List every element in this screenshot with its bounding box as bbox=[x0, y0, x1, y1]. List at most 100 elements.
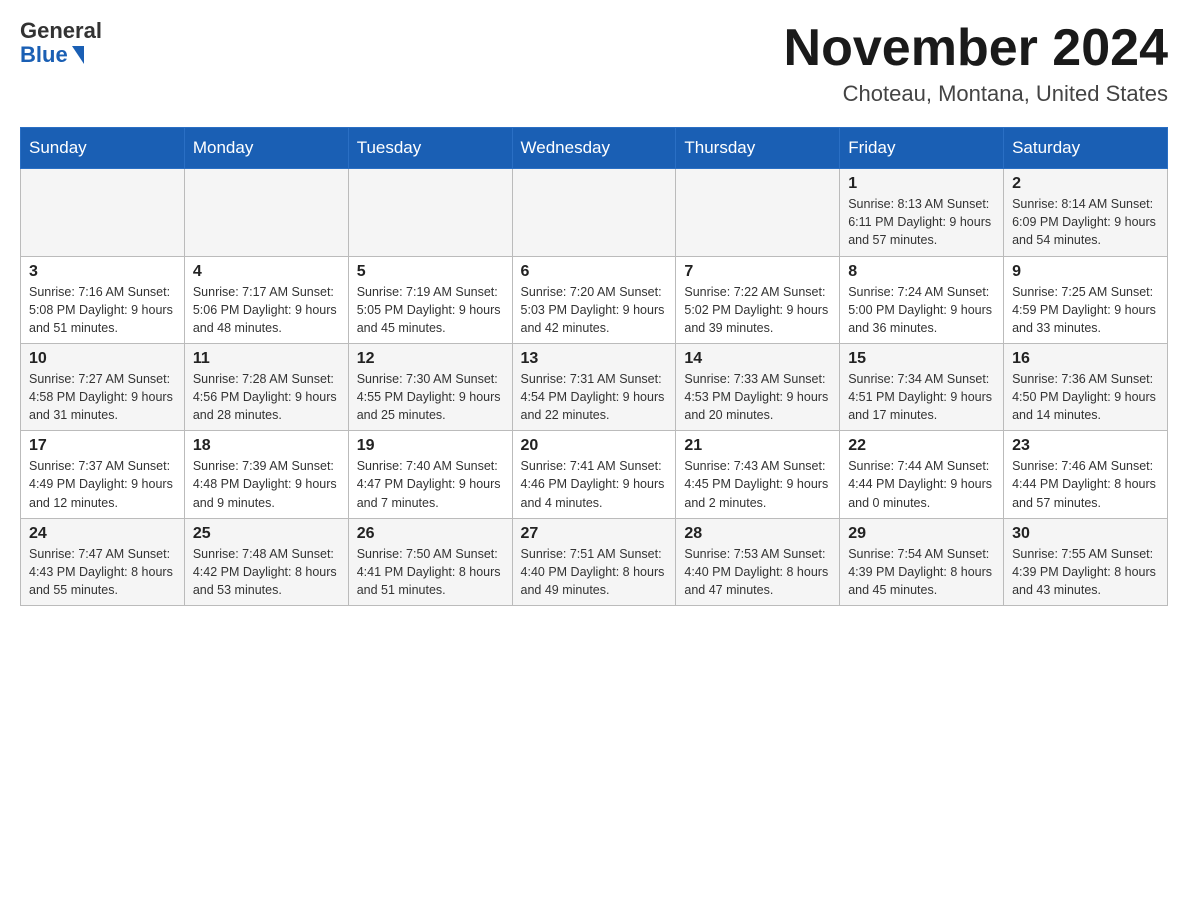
day-info: Sunrise: 7:51 AM Sunset: 4:40 PM Dayligh… bbox=[521, 545, 668, 599]
weekday-header-friday: Friday bbox=[840, 128, 1004, 169]
day-info: Sunrise: 7:50 AM Sunset: 4:41 PM Dayligh… bbox=[357, 545, 504, 599]
day-number: 10 bbox=[29, 350, 176, 368]
day-info: Sunrise: 7:41 AM Sunset: 4:46 PM Dayligh… bbox=[521, 457, 668, 511]
calendar-day-cell: 15 Sunrise: 7:34 AM Sunset: 4:51 PM Dayli… bbox=[840, 343, 1004, 430]
month-title: November 2024 bbox=[784, 20, 1168, 77]
day-info: Sunrise: 7:22 AM Sunset: 5:02 PM Dayligh… bbox=[684, 283, 831, 337]
day-info: Sunrise: 8:14 AM Sunset: 6:09 PM Dayligh… bbox=[1012, 195, 1159, 249]
day-number: 15 bbox=[848, 350, 995, 368]
logo: General Blue bbox=[20, 20, 102, 68]
day-info: Sunrise: 7:30 AM Sunset: 4:55 PM Dayligh… bbox=[357, 370, 504, 424]
day-info: Sunrise: 7:44 AM Sunset: 4:44 PM Dayligh… bbox=[848, 457, 995, 511]
day-info: Sunrise: 7:28 AM Sunset: 4:56 PM Dayligh… bbox=[193, 370, 340, 424]
calendar-day-cell: 2 Sunrise: 8:14 AM Sunset: 6:09 PM Daylig… bbox=[1004, 169, 1168, 256]
calendar-day-cell bbox=[21, 169, 185, 256]
day-number: 13 bbox=[521, 350, 668, 368]
day-number: 2 bbox=[1012, 175, 1159, 193]
calendar-day-cell: 3 Sunrise: 7:16 AM Sunset: 5:08 PM Daylig… bbox=[21, 256, 185, 343]
calendar-day-cell bbox=[184, 169, 348, 256]
day-info: Sunrise: 7:53 AM Sunset: 4:40 PM Dayligh… bbox=[684, 545, 831, 599]
day-number: 7 bbox=[684, 263, 831, 281]
calendar-day-cell: 6 Sunrise: 7:20 AM Sunset: 5:03 PM Daylig… bbox=[512, 256, 676, 343]
calendar-day-cell: 23Sunrise: 7:46 AM Sunset: 4:44 PM Dayli… bbox=[1004, 431, 1168, 518]
calendar-day-cell: 22 Sunrise: 7:44 AM Sunset: 4:44 PM Dayli… bbox=[840, 431, 1004, 518]
header: General Blue November 2024 Choteau, Mont… bbox=[20, 20, 1168, 107]
day-info: Sunrise: 7:34 AM Sunset: 4:51 PM Dayligh… bbox=[848, 370, 995, 424]
day-number: 18 bbox=[193, 437, 340, 455]
day-info: Sunrise: 7:31 AM Sunset: 4:54 PM Dayligh… bbox=[521, 370, 668, 424]
day-number: 14 bbox=[684, 350, 831, 368]
calendar-week-row: 24 Sunrise: 7:47 AM Sunset: 4:43 PM Dayli… bbox=[21, 518, 1168, 605]
calendar-day-cell bbox=[512, 169, 676, 256]
day-info: Sunrise: 7:25 AM Sunset: 4:59 PM Dayligh… bbox=[1012, 283, 1159, 337]
logo-triangle-icon bbox=[72, 46, 84, 64]
day-number: 12 bbox=[357, 350, 504, 368]
logo-general-text: General bbox=[20, 20, 102, 42]
day-number: 26 bbox=[357, 525, 504, 543]
weekday-header-sunday: Sunday bbox=[21, 128, 185, 169]
calendar-day-cell: 21Sunrise: 7:43 AM Sunset: 4:45 PM Dayli… bbox=[676, 431, 840, 518]
calendar-day-cell: 11Sunrise: 7:28 AM Sunset: 4:56 PM Dayli… bbox=[184, 343, 348, 430]
day-info: Sunrise: 7:47 AM Sunset: 4:43 PM Dayligh… bbox=[29, 545, 176, 599]
weekday-header-saturday: Saturday bbox=[1004, 128, 1168, 169]
day-number: 19 bbox=[357, 437, 504, 455]
weekday-header-wednesday: Wednesday bbox=[512, 128, 676, 169]
day-number: 20 bbox=[521, 437, 668, 455]
calendar-day-cell: 28 Sunrise: 7:53 AM Sunset: 4:40 PM Dayli… bbox=[676, 518, 840, 605]
day-number: 23 bbox=[1012, 437, 1159, 455]
calendar-day-cell: 19 Sunrise: 7:40 AM Sunset: 4:47 PM Dayli… bbox=[348, 431, 512, 518]
calendar-table: SundayMondayTuesdayWednesdayThursdayFrid… bbox=[20, 127, 1168, 606]
location-label: Choteau, Montana, United States bbox=[784, 81, 1168, 107]
calendar-day-cell: 10 Sunrise: 7:27 AM Sunset: 4:58 PM Dayli… bbox=[21, 343, 185, 430]
calendar-day-cell: 5 Sunrise: 7:19 AM Sunset: 5:05 PM Daylig… bbox=[348, 256, 512, 343]
day-info: Sunrise: 7:36 AM Sunset: 4:50 PM Dayligh… bbox=[1012, 370, 1159, 424]
day-number: 28 bbox=[684, 525, 831, 543]
day-number: 3 bbox=[29, 263, 176, 281]
day-number: 22 bbox=[848, 437, 995, 455]
day-info: Sunrise: 7:33 AM Sunset: 4:53 PM Dayligh… bbox=[684, 370, 831, 424]
calendar-day-cell: 1Sunrise: 8:13 AM Sunset: 6:11 PM Daylig… bbox=[840, 169, 1004, 256]
calendar-week-row: 3 Sunrise: 7:16 AM Sunset: 5:08 PM Daylig… bbox=[21, 256, 1168, 343]
day-info: Sunrise: 8:13 AM Sunset: 6:11 PM Dayligh… bbox=[848, 195, 995, 249]
title-area: November 2024 Choteau, Montana, United S… bbox=[784, 20, 1168, 107]
calendar-day-cell: 20 Sunrise: 7:41 AM Sunset: 4:46 PM Dayli… bbox=[512, 431, 676, 518]
day-number: 6 bbox=[521, 263, 668, 281]
day-info: Sunrise: 7:24 AM Sunset: 5:00 PM Dayligh… bbox=[848, 283, 995, 337]
day-info: Sunrise: 7:17 AM Sunset: 5:06 PM Dayligh… bbox=[193, 283, 340, 337]
day-number: 30 bbox=[1012, 525, 1159, 543]
day-info: Sunrise: 7:48 AM Sunset: 4:42 PM Dayligh… bbox=[193, 545, 340, 599]
calendar-day-cell bbox=[676, 169, 840, 256]
day-number: 8 bbox=[848, 263, 995, 281]
day-number: 24 bbox=[29, 525, 176, 543]
day-info: Sunrise: 7:19 AM Sunset: 5:05 PM Dayligh… bbox=[357, 283, 504, 337]
day-number: 16 bbox=[1012, 350, 1159, 368]
calendar-day-cell: 27 Sunrise: 7:51 AM Sunset: 4:40 PM Dayli… bbox=[512, 518, 676, 605]
calendar-day-cell: 12 Sunrise: 7:30 AM Sunset: 4:55 PM Dayli… bbox=[348, 343, 512, 430]
calendar-week-row: 17Sunrise: 7:37 AM Sunset: 4:49 PM Dayli… bbox=[21, 431, 1168, 518]
calendar-day-cell: 26 Sunrise: 7:50 AM Sunset: 4:41 PM Dayli… bbox=[348, 518, 512, 605]
logo-blue-text: Blue bbox=[20, 42, 84, 68]
weekday-header-row: SundayMondayTuesdayWednesdayThursdayFrid… bbox=[21, 128, 1168, 169]
day-number: 5 bbox=[357, 263, 504, 281]
day-number: 21 bbox=[684, 437, 831, 455]
day-info: Sunrise: 7:20 AM Sunset: 5:03 PM Dayligh… bbox=[521, 283, 668, 337]
day-number: 29 bbox=[848, 525, 995, 543]
calendar-day-cell: 30 Sunrise: 7:55 AM Sunset: 4:39 PM Dayli… bbox=[1004, 518, 1168, 605]
day-info: Sunrise: 7:55 AM Sunset: 4:39 PM Dayligh… bbox=[1012, 545, 1159, 599]
day-number: 4 bbox=[193, 263, 340, 281]
day-info: Sunrise: 7:40 AM Sunset: 4:47 PM Dayligh… bbox=[357, 457, 504, 511]
day-number: 25 bbox=[193, 525, 340, 543]
calendar-day-cell: 7 Sunrise: 7:22 AM Sunset: 5:02 PM Daylig… bbox=[676, 256, 840, 343]
calendar-week-row: 1Sunrise: 8:13 AM Sunset: 6:11 PM Daylig… bbox=[21, 169, 1168, 256]
weekday-header-thursday: Thursday bbox=[676, 128, 840, 169]
calendar-week-row: 10 Sunrise: 7:27 AM Sunset: 4:58 PM Dayli… bbox=[21, 343, 1168, 430]
day-info: Sunrise: 7:54 AM Sunset: 4:39 PM Dayligh… bbox=[848, 545, 995, 599]
calendar-day-cell: 29 Sunrise: 7:54 AM Sunset: 4:39 PM Dayli… bbox=[840, 518, 1004, 605]
day-number: 27 bbox=[521, 525, 668, 543]
day-info: Sunrise: 7:27 AM Sunset: 4:58 PM Dayligh… bbox=[29, 370, 176, 424]
calendar-day-cell: 25 Sunrise: 7:48 AM Sunset: 4:42 PM Dayli… bbox=[184, 518, 348, 605]
calendar-day-cell bbox=[348, 169, 512, 256]
calendar-day-cell: 8 Sunrise: 7:24 AM Sunset: 5:00 PM Daylig… bbox=[840, 256, 1004, 343]
day-info: Sunrise: 7:16 AM Sunset: 5:08 PM Dayligh… bbox=[29, 283, 176, 337]
weekday-header-tuesday: Tuesday bbox=[348, 128, 512, 169]
